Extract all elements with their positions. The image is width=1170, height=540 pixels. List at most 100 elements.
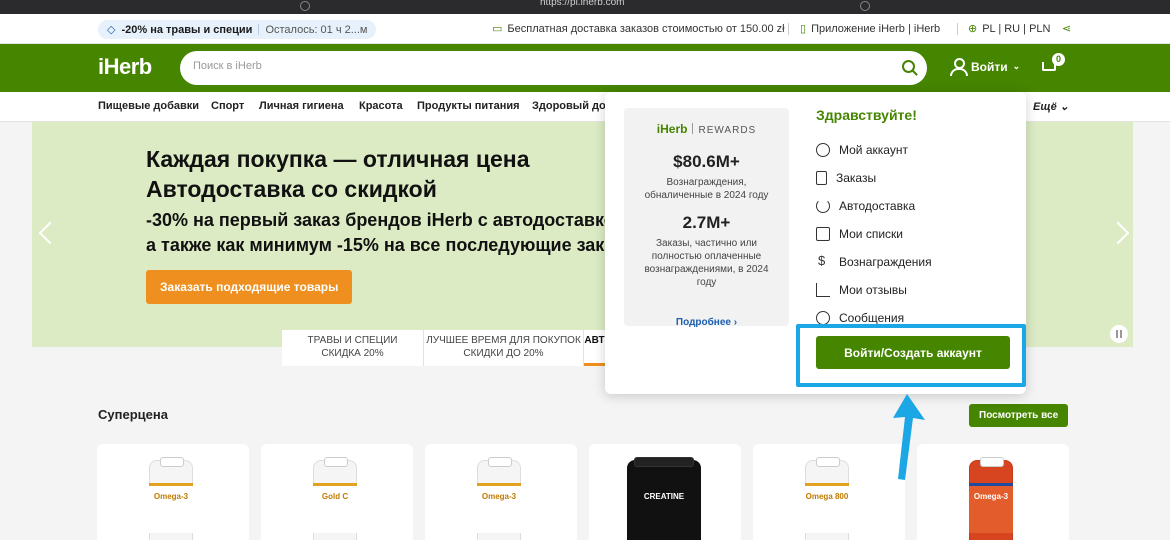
promo-time-left: Осталось: 01 ч 2...м xyxy=(265,23,368,36)
lists-icon xyxy=(816,227,830,241)
share-icon[interactable] xyxy=(860,1,870,11)
rewards-logo-word: REWARDS xyxy=(698,125,757,136)
menu-item-label: Мои отзывы xyxy=(839,283,907,297)
product-label: Omega-3 xyxy=(149,483,193,533)
nav-item-grocery[interactable]: Продукты питания xyxy=(417,100,520,112)
divider xyxy=(788,23,789,35)
product-card[interactable]: Gold C xyxy=(261,444,413,540)
product-image: Gold C xyxy=(313,457,357,540)
product-label: Omega-3 xyxy=(477,483,521,533)
menu-item-label: Мои списки xyxy=(839,227,903,241)
rewards-stat2-value: 2.7M+ xyxy=(682,213,731,232)
menu-item-label: Автодоставка xyxy=(839,199,916,213)
search-input[interactable] xyxy=(193,60,873,72)
nav-item-supplements[interactable]: Пищевые добавки xyxy=(98,100,199,112)
rewards-logo-brand: iHerb xyxy=(656,122,688,136)
autoship-icon xyxy=(816,199,830,213)
app-link[interactable]: ▯ Приложение iHerb | iHerb xyxy=(800,22,941,36)
product-card[interactable]: Omega-3 xyxy=(97,444,249,540)
hero-tab-autoship[interactable]: АВТ xyxy=(584,330,606,366)
iherb-logo[interactable]: iHerb xyxy=(98,54,152,80)
product-image: Omega-3 xyxy=(969,457,1013,540)
signin-create-account-button[interactable]: Войти/Создать аккаунт xyxy=(816,336,1010,369)
login-button[interactable]: Войти ⌄ xyxy=(950,58,1021,76)
menu-item-autoship[interactable]: Автодоставка xyxy=(816,192,932,220)
account-menu: Мой аккаунт Заказы Автодоставка Мои спис… xyxy=(816,136,932,332)
divider xyxy=(957,23,958,35)
hero-tab-line2: СКИДКИ ДО 20% xyxy=(463,348,544,359)
product-image: Omega-3 xyxy=(149,457,193,540)
product-card[interactable]: CREATINE xyxy=(589,444,741,540)
pointer-arrow-icon xyxy=(893,394,925,480)
product-label: Omega-3 xyxy=(969,483,1013,533)
shipping-info[interactable]: ▭ Бесплатная доставка заказов стоимостью… xyxy=(492,22,785,36)
menu-item-orders[interactable]: Заказы xyxy=(816,164,932,192)
app-text: Приложение iHerb | iHerb xyxy=(811,22,941,35)
phone-icon: ▯ xyxy=(800,23,807,35)
rewards-more-link[interactable]: Подробнее › xyxy=(624,317,789,328)
promo-deal-pill[interactable]: ◇ -20% на травы и специи Осталось: 01 ч … xyxy=(98,20,377,39)
cart-button[interactable]: 0 xyxy=(1040,53,1065,78)
cart-count-badge: 0 xyxy=(1052,53,1065,66)
menu-item-rewards[interactable]: Вознаграждения xyxy=(816,248,932,276)
account-icon xyxy=(816,143,830,157)
truck-icon: ▭ xyxy=(492,23,503,35)
browser-url-bar[interactable]: https://pl.iherb.com xyxy=(0,0,1170,14)
hero-tab-best-time[interactable]: ЛУЧШЕЕ ВРЕМЯ ДЛЯ ПОКУПОК СКИДКИ ДО 20% xyxy=(424,330,584,366)
search-bar[interactable] xyxy=(180,51,927,85)
reviews-icon xyxy=(816,283,830,297)
product-card[interactable]: Omega-3 xyxy=(917,444,1069,540)
divider xyxy=(258,24,260,35)
nav-item-beauty[interactable]: Красота xyxy=(359,100,403,112)
menu-item-label: Сообщения xyxy=(839,311,905,325)
menu-item-label: Вознаграждения xyxy=(839,255,932,269)
rewards-stat1-value: $80.6M+ xyxy=(673,152,740,171)
pause-icon[interactable] xyxy=(1110,325,1128,343)
product-card[interactable]: Omega 800 xyxy=(753,444,905,540)
nav-more-label: Ещё xyxy=(1033,101,1057,113)
rewards-panel: iHerb REWARDS $80.6M+ Вознаграждения, обн… xyxy=(624,108,789,328)
product-card[interactable]: Omega-3 xyxy=(425,444,577,540)
product-image: Omega-3 xyxy=(477,457,521,540)
menu-item-label: Мой аккаунт xyxy=(839,143,908,157)
rewards-stat2-desc: Заказы, частично или полностью оплаченны… xyxy=(644,238,769,288)
globe-icon: ⊕ xyxy=(968,23,978,35)
nav-more-button[interactable]: Ещё ⌄ xyxy=(1033,100,1069,113)
hero-tab-line2: СКИДКА 20% xyxy=(321,348,384,359)
menu-item-reviews[interactable]: Мои отзывы xyxy=(816,276,932,304)
locale-selector[interactable]: ⊕ PL | RU | PLN xyxy=(968,22,1051,36)
url-text: https://pl.iherb.com xyxy=(540,0,625,8)
menu-item-account[interactable]: Мой аккаунт xyxy=(816,136,932,164)
rewards-logo: iHerb REWARDS xyxy=(624,122,789,136)
chevron-left-icon[interactable] xyxy=(36,220,52,246)
rewards-stat1-desc: Вознаграждения, обналиченные в 2024 году xyxy=(644,177,769,201)
hero-tab-line1: ТРАВЫ И СПЕЦИИ xyxy=(307,335,398,346)
product-image: CREATINE xyxy=(627,457,701,540)
hero-tabs: ТРАВЫ И СПЕЦИИ СКИДКА 20% ЛУЧШЕЕ ВРЕМЯ Д… xyxy=(282,330,606,366)
nav-item-personal-care[interactable]: Личная гигиена xyxy=(259,100,344,112)
hero-tab-herbs[interactable]: ТРАВЫ И СПЕЦИИ СКИДКА 20% xyxy=(282,330,424,366)
tag-icon: ◇ xyxy=(107,24,116,36)
share-link[interactable]: ⋖ xyxy=(1062,22,1071,35)
chevron-right-icon[interactable] xyxy=(1112,220,1128,246)
hero-tab-line1: АВТ xyxy=(584,335,605,346)
promo-bar: ◇ -20% на травы и специи Осталось: 01 ч … xyxy=(0,14,1170,44)
hero-cta-button[interactable]: Заказать подходящие товары xyxy=(146,270,353,304)
nav-item-home[interactable]: Здоровый дом xyxy=(532,100,614,112)
login-label: Войти xyxy=(971,59,1008,74)
product-label: Gold C xyxy=(313,483,357,533)
hero-title-line1: Каждая покупка — отличная цена xyxy=(146,146,530,172)
chevron-down-icon: ⌄ xyxy=(1012,61,1021,71)
site-header: iHerb Войти ⌄ 0 xyxy=(0,44,1170,92)
shipping-text: Бесплатная доставка заказов стоимостью о… xyxy=(507,22,785,35)
product-label: Omega 800 xyxy=(805,483,849,533)
hero-subtitle: -30% на первый заказ брендов iHerb с авт… xyxy=(146,208,631,258)
section-title: Суперцена xyxy=(98,407,168,422)
messages-icon xyxy=(816,311,830,325)
orders-icon xyxy=(816,171,827,185)
hero-subtitle-line2: а также как минимум -15% на все последую… xyxy=(146,235,624,255)
search-icon[interactable] xyxy=(902,60,915,73)
menu-item-lists[interactable]: Мои списки xyxy=(816,220,932,248)
nav-item-sports[interactable]: Спорт xyxy=(211,100,244,112)
see-all-button[interactable]: Посмотреть все xyxy=(969,404,1069,427)
